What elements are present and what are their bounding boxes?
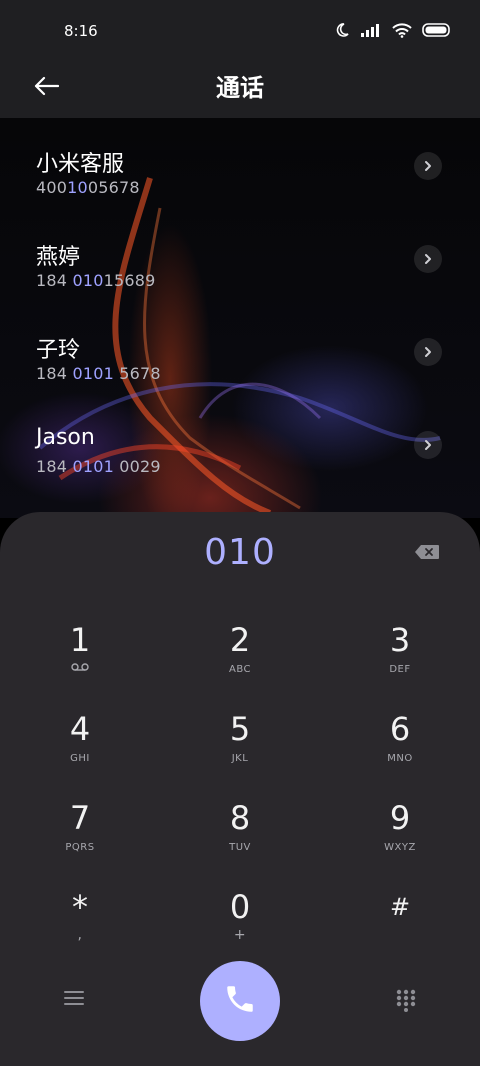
key-letters: MNO bbox=[387, 753, 413, 764]
chevron-right-icon bbox=[423, 157, 433, 176]
key-letters: DEF bbox=[389, 664, 411, 675]
contact-details-button[interactable] bbox=[414, 152, 442, 180]
dial-key-1[interactable]: 1 bbox=[20, 622, 140, 702]
dial-key-8[interactable]: 8 TUV bbox=[180, 800, 300, 880]
key-letters: WXYZ bbox=[384, 842, 416, 853]
key-digit: 6 bbox=[389, 710, 411, 748]
dialpad-panel: 010 1 2 ABC 3 DEF 4 GHI 5 JKL 6 MNO 7 PQ… bbox=[0, 512, 480, 1066]
phone-icon bbox=[223, 982, 257, 1020]
key-digit: 1 bbox=[69, 621, 91, 659]
key-digit: 5 bbox=[229, 710, 251, 748]
contact-name: 子玲 bbox=[36, 338, 81, 363]
key-digit: 2 bbox=[229, 621, 251, 659]
signal-icon bbox=[360, 23, 382, 37]
matched-digits: 010 bbox=[72, 271, 104, 290]
matched-digits: 10 bbox=[67, 178, 88, 197]
call-button[interactable] bbox=[200, 961, 280, 1041]
matched-digits: 0101 bbox=[72, 364, 114, 383]
status-icons bbox=[334, 22, 452, 38]
key-letters: PQRS bbox=[65, 842, 95, 853]
key-letters: ABC bbox=[228, 664, 251, 675]
contact-name: 燕婷 bbox=[36, 245, 81, 270]
dial-key-5[interactable]: 5 JKL bbox=[180, 711, 300, 791]
key-letters: JKL bbox=[231, 753, 249, 764]
dial-key-hash[interactable]: # bbox=[340, 889, 460, 969]
key-digit: 3 bbox=[389, 621, 411, 659]
dial-key-4[interactable]: 4 GHI bbox=[20, 711, 140, 791]
key-digit: # bbox=[389, 893, 411, 921]
key-digit: 4 bbox=[69, 710, 91, 748]
contact-details-button[interactable] bbox=[414, 245, 442, 273]
contact-item[interactable]: 燕婷 184 01015689 bbox=[0, 211, 480, 291]
top-app-bar: 通话 bbox=[0, 62, 480, 118]
wifi-icon bbox=[392, 22, 412, 38]
dial-key-6[interactable]: 6 MNO bbox=[340, 711, 460, 791]
key-digit: 0 bbox=[229, 888, 251, 926]
voicemail-icon bbox=[20, 662, 140, 675]
dialed-number: 010 bbox=[204, 532, 276, 573]
dial-key-7[interactable]: 7 PQRS bbox=[20, 800, 140, 880]
contact-details-button[interactable] bbox=[414, 431, 442, 459]
contact-number: 4001005678 bbox=[36, 178, 140, 197]
contact-item[interactable]: 小米客服 4001005678 bbox=[0, 118, 480, 198]
dialpad-grid-icon bbox=[395, 988, 417, 1016]
contact-name: Jason bbox=[36, 425, 95, 450]
dial-key-2[interactable]: 2 ABC bbox=[180, 622, 300, 702]
dial-key-3[interactable]: 3 DEF bbox=[340, 622, 460, 702]
menu-icon bbox=[63, 989, 85, 1011]
status-bar: 8:16 bbox=[0, 0, 480, 62]
key-digit: 7 bbox=[69, 799, 91, 837]
contact-item[interactable]: Jason 184 0101 0029 bbox=[0, 397, 480, 477]
contact-number: 184 0101 0029 bbox=[36, 457, 161, 476]
dial-key-9[interactable]: 9 WXYZ bbox=[340, 800, 460, 880]
hide-keypad-button[interactable] bbox=[390, 986, 422, 1018]
status-time: 8:16 bbox=[64, 22, 98, 40]
key-digit: 8 bbox=[229, 799, 251, 837]
key-digit: * bbox=[72, 888, 88, 926]
key-letters: TUV bbox=[229, 842, 251, 853]
contact-number: 184 01015689 bbox=[36, 271, 156, 290]
contact-item[interactable]: 子玲 184 0101 5678 bbox=[0, 304, 480, 384]
page-title: 通话 bbox=[216, 74, 264, 102]
chevron-right-icon bbox=[423, 436, 433, 455]
backspace-icon bbox=[414, 544, 440, 564]
matched-digits: 0101 bbox=[72, 457, 114, 476]
dial-key-0[interactable]: 0 + bbox=[180, 889, 300, 969]
menu-button[interactable] bbox=[56, 986, 92, 1014]
contact-details-button[interactable] bbox=[414, 338, 442, 366]
key-letters: , bbox=[77, 927, 83, 943]
contact-number: 184 0101 5678 bbox=[36, 364, 161, 383]
key-digit: 9 bbox=[389, 799, 411, 837]
key-letters: GHI bbox=[70, 753, 90, 764]
key-letters: + bbox=[233, 927, 247, 943]
chevron-right-icon bbox=[423, 343, 433, 362]
battery-icon bbox=[422, 23, 452, 37]
chevron-right-icon bbox=[423, 250, 433, 269]
dial-key-star[interactable]: * , bbox=[20, 889, 140, 969]
backspace-button[interactable] bbox=[410, 542, 444, 566]
moon-icon bbox=[334, 22, 350, 38]
contact-name: 小米客服 bbox=[36, 152, 125, 177]
contact-suggestions: 小米客服 4001005678 燕婷 184 01015689 子玲 184 0… bbox=[0, 118, 480, 518]
